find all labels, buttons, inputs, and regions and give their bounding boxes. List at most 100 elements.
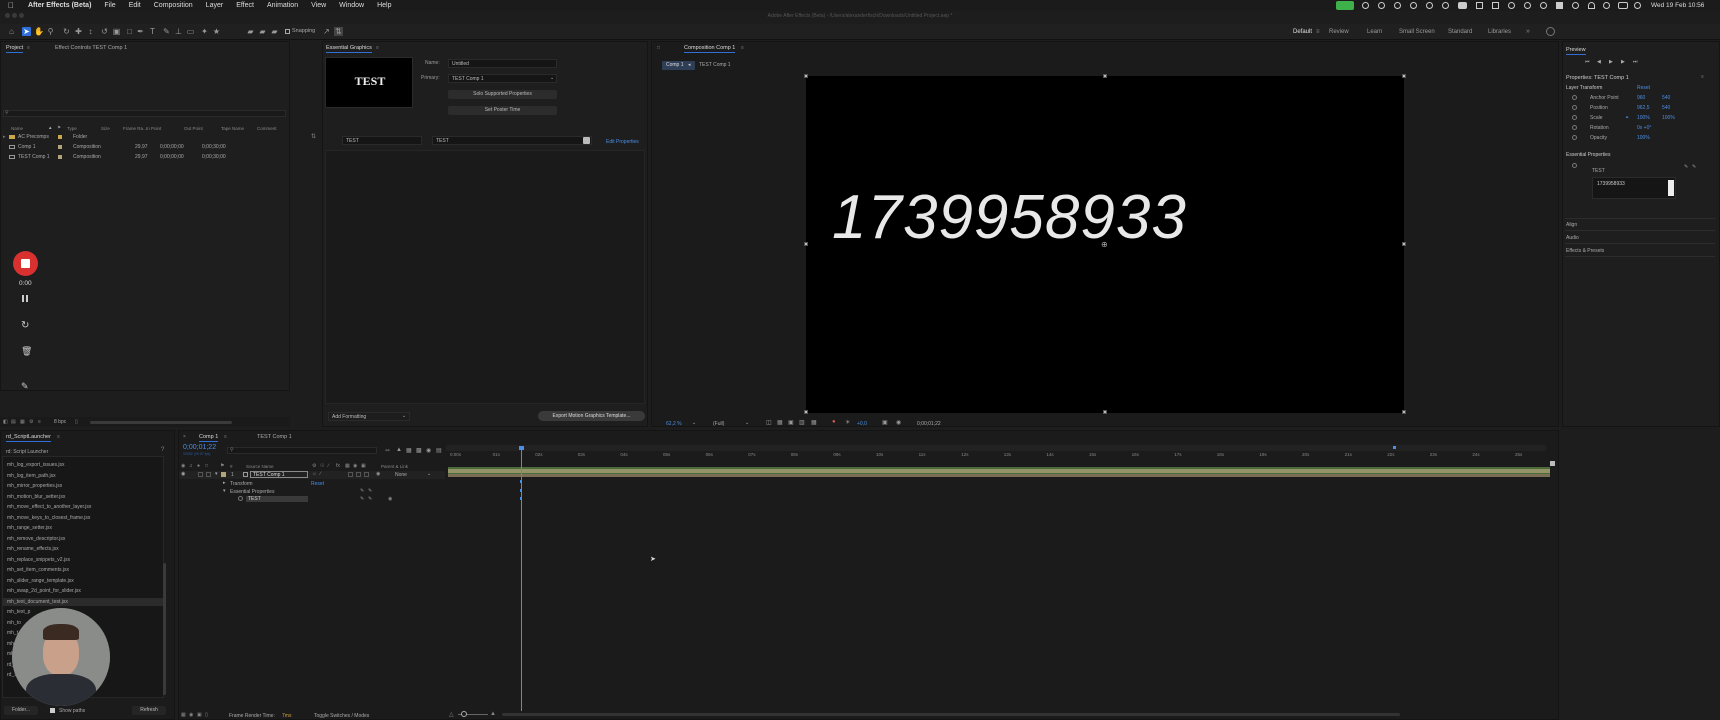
switches-icon[interactable]: ∕ [328, 463, 329, 469]
panel-effects-presets[interactable]: Effects & Presets [1566, 248, 1604, 254]
script-list-scrollbar[interactable] [163, 563, 166, 695]
property-value-x[interactable]: 100% [1637, 115, 1650, 121]
script-item[interactable]: mh_motion_blur_setter.jsx [7, 494, 65, 500]
tab-project[interactable]: Project [6, 45, 24, 53]
interpret-footage-icon[interactable]: ◧ [3, 419, 8, 425]
sort-up-icon[interactable]: ▲ [48, 125, 52, 130]
property-value-y[interactable]: 540 [1662, 105, 1670, 111]
siri-icon[interactable] [1634, 2, 1641, 9]
property-value-y[interactable]: 540 [1662, 95, 1670, 101]
play-icon[interactable]: ▶ [1609, 59, 1613, 65]
essential-properties-group[interactable]: Essential Properties [230, 489, 274, 495]
draw-pencil-icon[interactable]: ✎ [21, 381, 29, 392]
expression-icon[interactable]: ◉ [388, 496, 392, 502]
prev-frame-icon[interactable]: ◀ [1597, 59, 1601, 65]
orbit-tool-icon[interactable]: ↻ [62, 27, 71, 36]
menu-composition[interactable]: Composition [154, 2, 193, 9]
preview-panel-title[interactable]: Preview [1566, 47, 1586, 55]
rectangle-tool-icon[interactable]: □ [125, 27, 134, 36]
project-scrollbar[interactable] [90, 421, 232, 424]
switches-icon[interactable]: ▦ [345, 463, 350, 469]
menu-help[interactable]: Help [377, 2, 391, 9]
constrain-link-icon[interactable]: ⚭ [1625, 115, 1629, 121]
property-value-y[interactable]: 100% [1662, 115, 1675, 121]
layer-name-field[interactable]: TEST Comp 1 [250, 471, 308, 478]
pause-icon[interactable] [22, 295, 24, 302]
anchor-tool-icon[interactable]: ▣ [112, 27, 121, 36]
zoom-out-icon[interactable]: △ [449, 711, 454, 718]
export-mogrt-button[interactable]: Export Motion Graphics Template... [538, 411, 645, 421]
workspace-swap-icon[interactable]: ⇅ [311, 133, 316, 140]
col-size[interactable]: Size [101, 126, 110, 131]
workspace-small-screen[interactable]: Small Screen [1399, 29, 1435, 35]
status-icon[interactable] [1442, 2, 1449, 9]
draft-3d-icon[interactable]: ▲ [396, 447, 402, 453]
script-item[interactable]: mh_set_item_comments.jsx [7, 567, 69, 573]
script-item[interactable]: mh_range_setter.jsx [7, 525, 52, 531]
workspace-libraries[interactable]: Libraries [1488, 29, 1511, 35]
magnification-select[interactable]: 62,2 % [666, 421, 682, 427]
collapse-transform-icon[interactable]: ☼ [312, 471, 317, 477]
col-in-point[interactable]: In Point [146, 126, 161, 131]
refresh-button[interactable]: Refresh [132, 706, 166, 715]
quality-icon[interactable]: ∕ [320, 471, 321, 477]
source-text-field[interactable]: 1739958933 [1592, 177, 1676, 199]
comp-end-marker[interactable] [1550, 461, 1555, 466]
puppet-tool-icon[interactable]: ★ [212, 27, 221, 36]
status-icon[interactable] [1362, 2, 1369, 9]
audio-icon[interactable]: ♫ [189, 463, 193, 469]
layer-handle[interactable] [804, 74, 808, 78]
footer-icon[interactable]: ▯ [205, 712, 208, 718]
expand-arrow-icon[interactable]: ▸ [223, 480, 226, 486]
template-name-input[interactable]: Untitled [448, 59, 557, 68]
layer-label-swatch[interactable] [221, 472, 226, 477]
status-icon[interactable] [1572, 2, 1579, 9]
layer-handle[interactable] [1103, 74, 1107, 78]
script-item[interactable]: mh_slider_range_template.jsx [7, 578, 74, 584]
first-frame-icon[interactable]: ⏮ [1585, 59, 1590, 65]
exposure-value[interactable]: +0,0 [857, 421, 867, 427]
dolly-tool-icon[interactable]: ↕ [86, 27, 95, 36]
align-icon[interactable]: ✎ [368, 488, 372, 494]
wifi-icon[interactable] [1588, 2, 1595, 9]
playhead-handle[interactable] [519, 446, 524, 450]
workspace-default[interactable]: Default [1293, 29, 1312, 35]
snap-toggle-icon[interactable]: ⇅ [334, 27, 343, 36]
switches-icon[interactable]: ☉ [320, 463, 324, 469]
switch-toggle[interactable] [348, 472, 353, 477]
script-item[interactable]: mh_log_export_issues.jsx [7, 462, 65, 468]
switch-toggle[interactable] [356, 472, 361, 477]
essential-prop-test[interactable]: TEST [246, 496, 308, 502]
current-time-indicator[interactable] [521, 446, 522, 711]
menu-animation[interactable]: Animation [267, 2, 298, 9]
text-align-icon[interactable]: ✎ [1684, 164, 1688, 170]
stopwatch-icon[interactable] [238, 496, 243, 501]
switch-toggle[interactable] [364, 472, 369, 477]
transform-group[interactable]: Transform [230, 481, 253, 487]
eraser-tool-icon[interactable]: ▭ [186, 27, 195, 36]
workspace-review[interactable]: Review [1329, 29, 1349, 35]
region-of-interest-icon[interactable]: ▥ [799, 419, 805, 426]
tab-script-launcher[interactable]: rd_ScriptLauncher [6, 434, 51, 442]
script-item[interactable]: mh_remove_descriptor.jsx [7, 536, 65, 542]
script-item[interactable]: mh_replace_snippets_v2.jsx [7, 557, 70, 563]
snapping-checkbox[interactable] [285, 29, 290, 34]
panel-menu-icon[interactable]: ≡ [1701, 74, 1704, 80]
brush-tool-icon[interactable]: ✎ [162, 27, 171, 36]
add-formatting-select[interactable]: Add Formatting [328, 412, 410, 421]
menu-window[interactable]: Window [339, 2, 364, 9]
switches-icon[interactable]: fx [336, 463, 340, 469]
stopwatch-icon[interactable] [1572, 163, 1577, 168]
col-name[interactable]: Name [11, 126, 23, 131]
primary-comp-select[interactable]: TEST Comp 1 [448, 74, 557, 83]
cloud-icon[interactable] [1458, 2, 1467, 9]
pan-tool-icon[interactable]: ✚ [74, 27, 83, 36]
timeline-search-input[interactable] [227, 447, 377, 454]
project-search-input[interactable] [3, 110, 286, 117]
text-align-icon[interactable]: ✎ [1692, 164, 1696, 170]
footer-icon[interactable]: ◉ [189, 712, 193, 718]
lock-toggle[interactable] [206, 472, 211, 477]
pen-tool-icon[interactable]: ✒ [136, 27, 145, 36]
script-item[interactable]: mh_rename_effects.jsx [7, 546, 59, 552]
layer-handle[interactable] [1103, 410, 1107, 414]
